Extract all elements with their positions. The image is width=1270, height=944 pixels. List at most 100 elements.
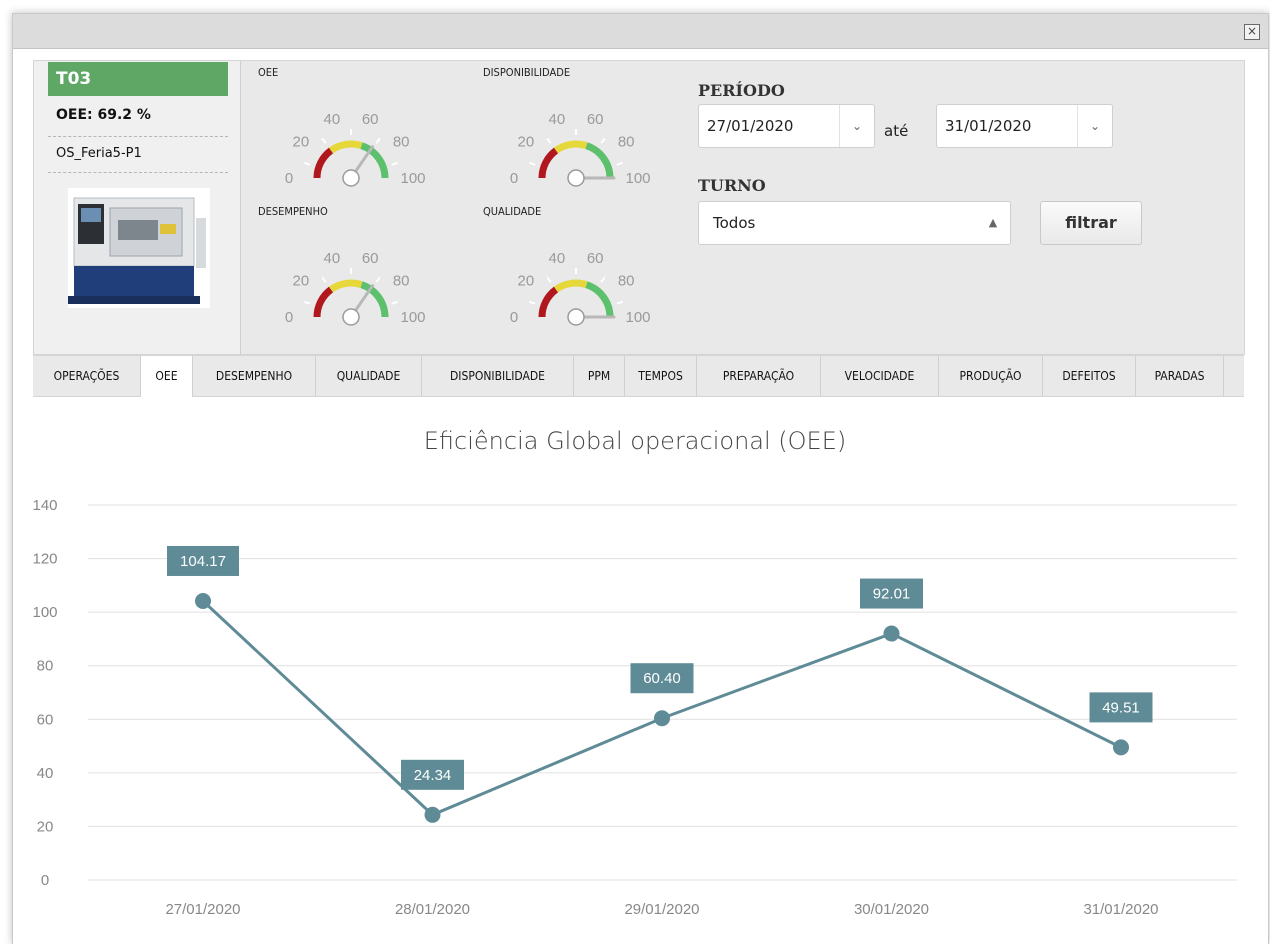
gauge-desempenho: DESEMPENHO 0 20 40 60 80 100: [258, 205, 448, 345]
oee-line-chart: 0 20 40 60 80 100 120 140 27/01/2020 28/01/2020 29…: [32, 497, 1237, 918]
data-point[interactable]: [1113, 739, 1129, 756]
gauge-tick-label: 40: [548, 111, 565, 128]
gauge-tick: [304, 161, 311, 166]
chart-title: Eficiência Global operacional (OEE): [423, 427, 847, 455]
tab-paradas[interactable]: PARADAS: [1136, 356, 1224, 396]
x-tick-label: 29/01/2020: [624, 901, 699, 918]
end-date-select[interactable]: 31/01/2020 ⌄: [936, 104, 1113, 148]
gauge-tick: [529, 161, 536, 166]
data-label: 49.51: [1089, 692, 1153, 723]
y-tick-label: 0: [41, 872, 49, 889]
gauge-oee: OEE 0 20 40 60 80 100: [258, 66, 448, 206]
gauge-tick-label: 40: [323, 250, 340, 267]
y-tick-label: 40: [37, 765, 54, 782]
gauge-pivot: [342, 169, 360, 187]
gauge-tick-label: 100: [400, 170, 425, 187]
data-point[interactable]: [654, 710, 670, 727]
gauge-tick: [600, 137, 606, 144]
divider: [48, 136, 228, 137]
data-label-text: 49.51: [1102, 699, 1140, 716]
tab-velocidade[interactable]: VELOCIDADE: [821, 356, 939, 396]
gauge-tick: [391, 300, 398, 305]
gauge-tick-label: 0: [285, 170, 293, 187]
x-tick-label: 27/01/2020: [165, 901, 240, 918]
tab-preparacao[interactable]: PREPARAÇÃO: [697, 356, 821, 396]
gauge-pivot: [567, 308, 585, 326]
gauge-band-green: [585, 142, 614, 179]
data-label: 60.40: [630, 663, 694, 694]
data-label-text: 92.01: [873, 586, 911, 603]
gauge-tick-label: 60: [587, 250, 604, 267]
gauge-tick: [546, 137, 552, 144]
data-point[interactable]: [883, 625, 900, 642]
gauge-qualidade: QUALIDADE 0 20 40 60 80 100: [483, 205, 673, 345]
tab-ppm[interactable]: PPM: [574, 356, 625, 396]
machine-oee-value: OEE: 69.2 %: [56, 107, 151, 123]
tab-qualidade[interactable]: QUALIDADE: [316, 356, 422, 396]
gauge-band-green: [360, 142, 389, 179]
gauge-band-red: [313, 286, 334, 318]
tab-desempenho[interactable]: DESEMPENHO: [193, 356, 316, 396]
x-tick-label: 31/01/2020: [1083, 901, 1158, 918]
tab-producao[interactable]: PRODUÇÃO: [939, 356, 1043, 396]
gauge-tick: [616, 300, 623, 305]
gauge-tick-label: 80: [393, 273, 410, 290]
gauge-tick-label: 80: [618, 134, 635, 151]
data-label-text: 24.34: [414, 767, 452, 784]
gauge-pivot: [342, 308, 360, 326]
filter-button[interactable]: filtrar: [1040, 201, 1142, 245]
chevron-down-icon[interactable]: ⌄: [839, 105, 874, 147]
chevron-down-icon[interactable]: ⌄: [1077, 105, 1112, 147]
gauge-tick-label: 20: [517, 273, 534, 290]
gauge-tick-label: 100: [625, 309, 650, 326]
gauge-tick-label: 60: [362, 111, 379, 128]
gauge-tick: [391, 161, 398, 166]
gauge-band-red: [313, 147, 334, 179]
shift-label: TURNO: [698, 176, 766, 195]
period-label: PERÍODO: [698, 81, 785, 100]
x-tick-label: 28/01/2020: [395, 901, 470, 918]
y-tick-label: 140: [32, 497, 57, 514]
x-tick-label: 30/01/2020: [854, 901, 929, 918]
gauge-band-yellow: [328, 140, 363, 154]
gauge-disponibilidade: DISPONIBILIDADE 0 20 40 60 80 100: [483, 66, 673, 206]
data-label: 92.01: [860, 578, 923, 609]
shift-select[interactable]: Todos ▲: [698, 201, 1011, 245]
tab-tempos[interactable]: TEMPOS: [625, 356, 697, 396]
gauge-tick-label: 0: [510, 309, 518, 326]
gauge-band-green: [585, 281, 614, 318]
sort-arrows-icon[interactable]: ▲: [976, 202, 1010, 244]
machine-order: OS_Feria5-P1: [56, 146, 142, 161]
tab-bar: OPERAÇÕES OEE DESEMPENHO QUALIDADE DISPO…: [33, 355, 1244, 397]
data-point[interactable]: [424, 806, 441, 823]
data-label: 24.34: [401, 759, 464, 790]
dialog-titlebar: ×: [13, 14, 1268, 49]
shift-value: Todos: [713, 214, 756, 232]
machine-id-badge: T03: [48, 62, 228, 96]
data-point[interactable]: [195, 592, 211, 609]
gauge-tick: [321, 137, 327, 144]
tab-disponibilidade[interactable]: DISPONIBILIDADE: [422, 356, 574, 396]
gauge-tick-label: 100: [400, 309, 425, 326]
gauge-dial: 0 20 40 60 80 100: [285, 111, 426, 187]
gauge-tick-label: 100: [625, 170, 650, 187]
tab-oee[interactable]: OEE: [141, 356, 193, 397]
gauge-tick: [529, 300, 536, 305]
gauge-band-red: [538, 147, 559, 179]
close-icon[interactable]: ×: [1244, 24, 1260, 40]
start-date-select[interactable]: 27/01/2020 ⌄: [698, 104, 875, 148]
gauge-pivot: [567, 169, 585, 187]
gauge-tick-label: 0: [285, 309, 293, 326]
end-date-value: 31/01/2020: [945, 117, 1032, 135]
gauge-tick: [321, 276, 327, 283]
tab-operacoes[interactable]: OPERAÇÕES: [33, 356, 141, 396]
tab-defeitos[interactable]: DEFEITOS: [1043, 356, 1136, 396]
gauge-band-green: [360, 281, 389, 318]
y-tick-label: 80: [37, 658, 54, 675]
machine-lathe-image: [68, 188, 210, 308]
data-label: 104.17: [167, 545, 239, 576]
y-tick-label: 60: [37, 711, 54, 728]
gauge-band-yellow: [553, 279, 588, 293]
gauge-dial: 0 20 40 60 80 100: [510, 111, 651, 187]
divider: [48, 172, 228, 173]
